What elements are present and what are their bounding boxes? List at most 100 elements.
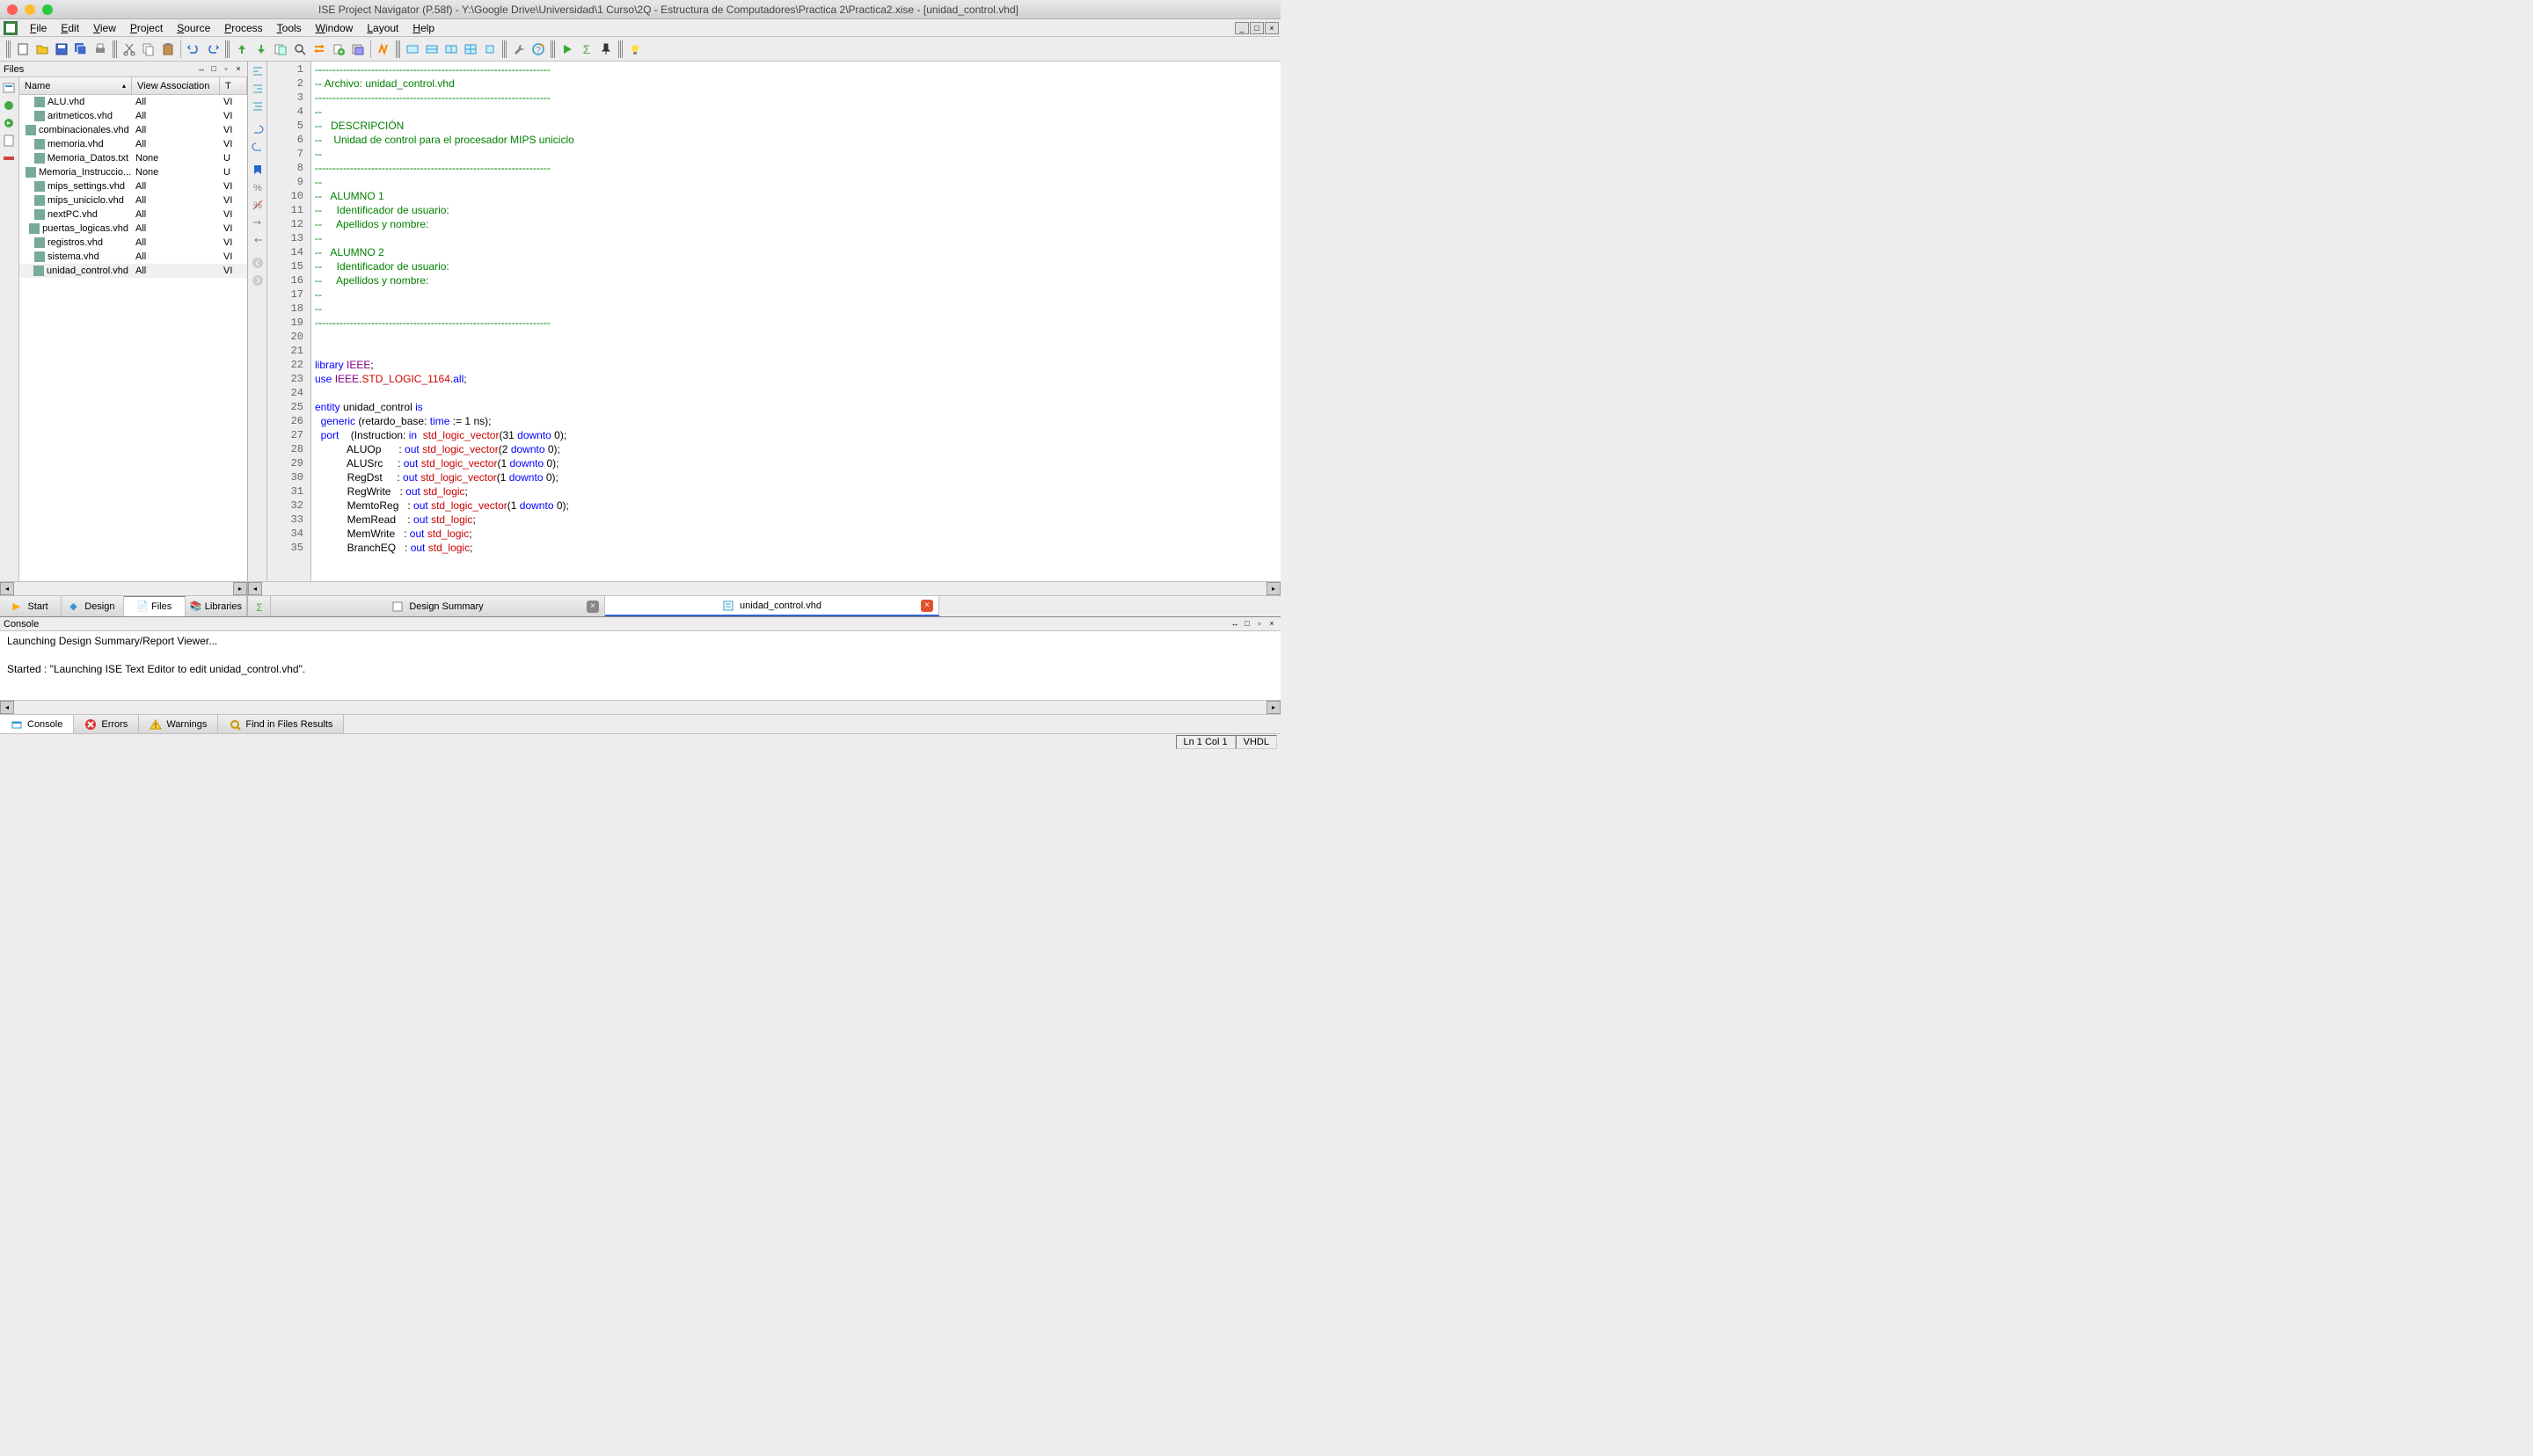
close-tab-icon[interactable]: × — [921, 600, 933, 612]
bottom-tab-find-in-files-results[interactable]: Find in Files Results — [218, 715, 344, 733]
code-line[interactable]: generic (retardo_base: time := 1 ns); — [315, 415, 1277, 429]
column-header-view[interactable]: View Association — [132, 77, 220, 94]
scroll-right-icon[interactable]: ▸ — [233, 582, 247, 595]
untab-icon[interactable] — [250, 232, 266, 248]
code-line[interactable]: ALUSrc : out std_logic_vector(1 downto 0… — [315, 457, 1277, 471]
indent-right-icon[interactable] — [250, 81, 266, 97]
file-row[interactable]: ALU.vhdAllVI — [19, 95, 247, 109]
code-line[interactable]: RegWrite : out std_logic; — [315, 485, 1277, 499]
file-row[interactable]: memoria.vhdAllVI — [19, 137, 247, 151]
toggle-icon[interactable] — [2, 151, 16, 165]
new-file-button[interactable] — [13, 40, 33, 59]
console-output[interactable]: Launching Design Summary/Report Viewer..… — [0, 631, 1281, 700]
open-file-button[interactable] — [33, 40, 52, 59]
scroll-track[interactable] — [14, 701, 1266, 714]
code-line[interactable]: ALUOp : out std_logic_vector(2 downto 0)… — [315, 443, 1277, 457]
toolbar-grip[interactable] — [113, 40, 117, 58]
column-header-name[interactable]: Name▴ — [19, 77, 132, 94]
lightbulb-button[interactable] — [625, 40, 645, 59]
undo-icon[interactable] — [250, 121, 266, 137]
editor-tab[interactable]: Design Summary× — [271, 596, 605, 616]
code-line[interactable]: -- Unidad de control para el procesador … — [315, 134, 1277, 148]
find-button[interactable] — [290, 40, 310, 59]
new-button[interactable] — [329, 40, 348, 59]
help-button[interactable]: ? — [529, 40, 548, 59]
code-line[interactable] — [315, 331, 1277, 345]
up-arrow-button[interactable] — [232, 40, 252, 59]
save-all-button[interactable] — [71, 40, 91, 59]
code-line[interactable]: ----------------------------------------… — [315, 63, 1277, 77]
toggle-item-button[interactable] — [461, 40, 480, 59]
menu-project[interactable]: Project — [123, 20, 170, 36]
tab-design[interactable]: ◆Design — [62, 596, 123, 616]
menu-view[interactable]: View — [86, 20, 123, 36]
bottom-tab-warnings[interactable]: !Warnings — [139, 715, 218, 733]
print-button[interactable] — [91, 40, 110, 59]
code-line[interactable]: BranchEQ : out std_logic; — [315, 542, 1277, 556]
code-line[interactable]: MemWrite : out std_logic; — [315, 528, 1277, 542]
pin-button[interactable] — [596, 40, 616, 59]
sigma-button[interactable]: Σ — [577, 40, 596, 59]
code-line[interactable]: -- — [315, 302, 1277, 317]
code-line[interactable]: ----------------------------------------… — [315, 91, 1277, 106]
file-row[interactable]: nextPC.vhdAllVI — [19, 207, 247, 222]
file-row[interactable]: registros.vhdAllVI — [19, 236, 247, 250]
code-line[interactable]: -- — [315, 288, 1277, 302]
file-row[interactable]: aritmeticos.vhdAllVI — [19, 109, 247, 123]
toggle-item-button[interactable] — [480, 40, 500, 59]
panel-max-icon[interactable]: ▫ — [221, 64, 231, 75]
filter-icon[interactable] — [2, 81, 16, 95]
tab-libraries[interactable]: 📚Libraries — [186, 596, 247, 616]
code-line[interactable]: -- Apellidos y nombre: — [315, 218, 1277, 232]
nav-fwd-icon[interactable] — [250, 273, 266, 288]
settings-button[interactable] — [348, 40, 368, 59]
scroll-left-icon[interactable]: ◂ — [0, 701, 14, 714]
down-arrow-button[interactable] — [252, 40, 271, 59]
copy-button[interactable] — [139, 40, 158, 59]
code-line[interactable]: -- DESCRIPCIÓN — [315, 120, 1277, 134]
code-line[interactable] — [315, 387, 1277, 401]
menu-layout[interactable]: Layout — [360, 20, 405, 36]
menu-help[interactable]: Help — [405, 20, 442, 36]
mdi-maximize-icon[interactable]: □ — [1250, 22, 1264, 34]
code-line[interactable]: -- — [315, 232, 1277, 246]
bookmark-icon[interactable] — [250, 162, 266, 178]
panel-restore-icon[interactable]: □ — [208, 64, 219, 75]
file-row[interactable]: combinacionales.vhdAllVI — [19, 123, 247, 137]
code-line[interactable]: use IEEE.STD_LOGIC_1164.all; — [315, 373, 1277, 387]
tab-files[interactable]: 📄Files — [124, 596, 186, 616]
minimize-window-icon[interactable] — [25, 4, 35, 15]
code-line[interactable]: -- — [315, 106, 1277, 120]
code-line[interactable]: library IEEE; — [315, 359, 1277, 373]
close-tab-icon[interactable]: × — [587, 601, 599, 613]
close-window-icon[interactable] — [7, 4, 18, 15]
file-row[interactable]: sistema.vhdAllVI — [19, 250, 247, 264]
tab-icon[interactable] — [250, 215, 266, 230]
code-line[interactable]: -- — [315, 148, 1277, 162]
code-line[interactable]: port (Instruction: in std_logic_vector(3… — [315, 429, 1277, 443]
toggle-item-button[interactable] — [422, 40, 442, 59]
wrench-button[interactable] — [509, 40, 529, 59]
run-button[interactable] — [558, 40, 577, 59]
code-content[interactable]: ----------------------------------------… — [311, 62, 1281, 581]
copy-button[interactable] — [271, 40, 290, 59]
toolbar-grip[interactable] — [618, 40, 623, 58]
document-icon[interactable] — [2, 134, 16, 148]
circle-icon[interactable] — [2, 98, 16, 113]
file-row[interactable]: Memoria_Datos.txtNoneU — [19, 151, 247, 165]
nav-back-icon[interactable] — [250, 255, 266, 271]
scroll-track[interactable] — [262, 582, 1266, 595]
toolbar-grip[interactable] — [396, 40, 400, 58]
sigma-tab-icon[interactable]: Σ — [248, 596, 271, 616]
bottom-tab-errors[interactable]: Errors — [74, 715, 139, 733]
code-line[interactable]: ----------------------------------------… — [315, 317, 1277, 331]
mdi-close-icon[interactable]: × — [1265, 22, 1279, 34]
replace-button[interactable] — [310, 40, 329, 59]
scroll-right-icon[interactable]: ▸ — [1266, 701, 1281, 714]
code-editor[interactable]: 1234567891011121314151617181920212223242… — [267, 62, 1281, 581]
code-line[interactable]: -- Identificador de usuario: — [315, 204, 1277, 218]
panel-nav-icon[interactable]: ↔ — [196, 64, 207, 75]
tab-start[interactable]: ▶Start — [0, 596, 62, 616]
scroll-track[interactable] — [14, 582, 233, 595]
file-row[interactable]: unidad_control.vhdAllVI — [19, 264, 247, 278]
